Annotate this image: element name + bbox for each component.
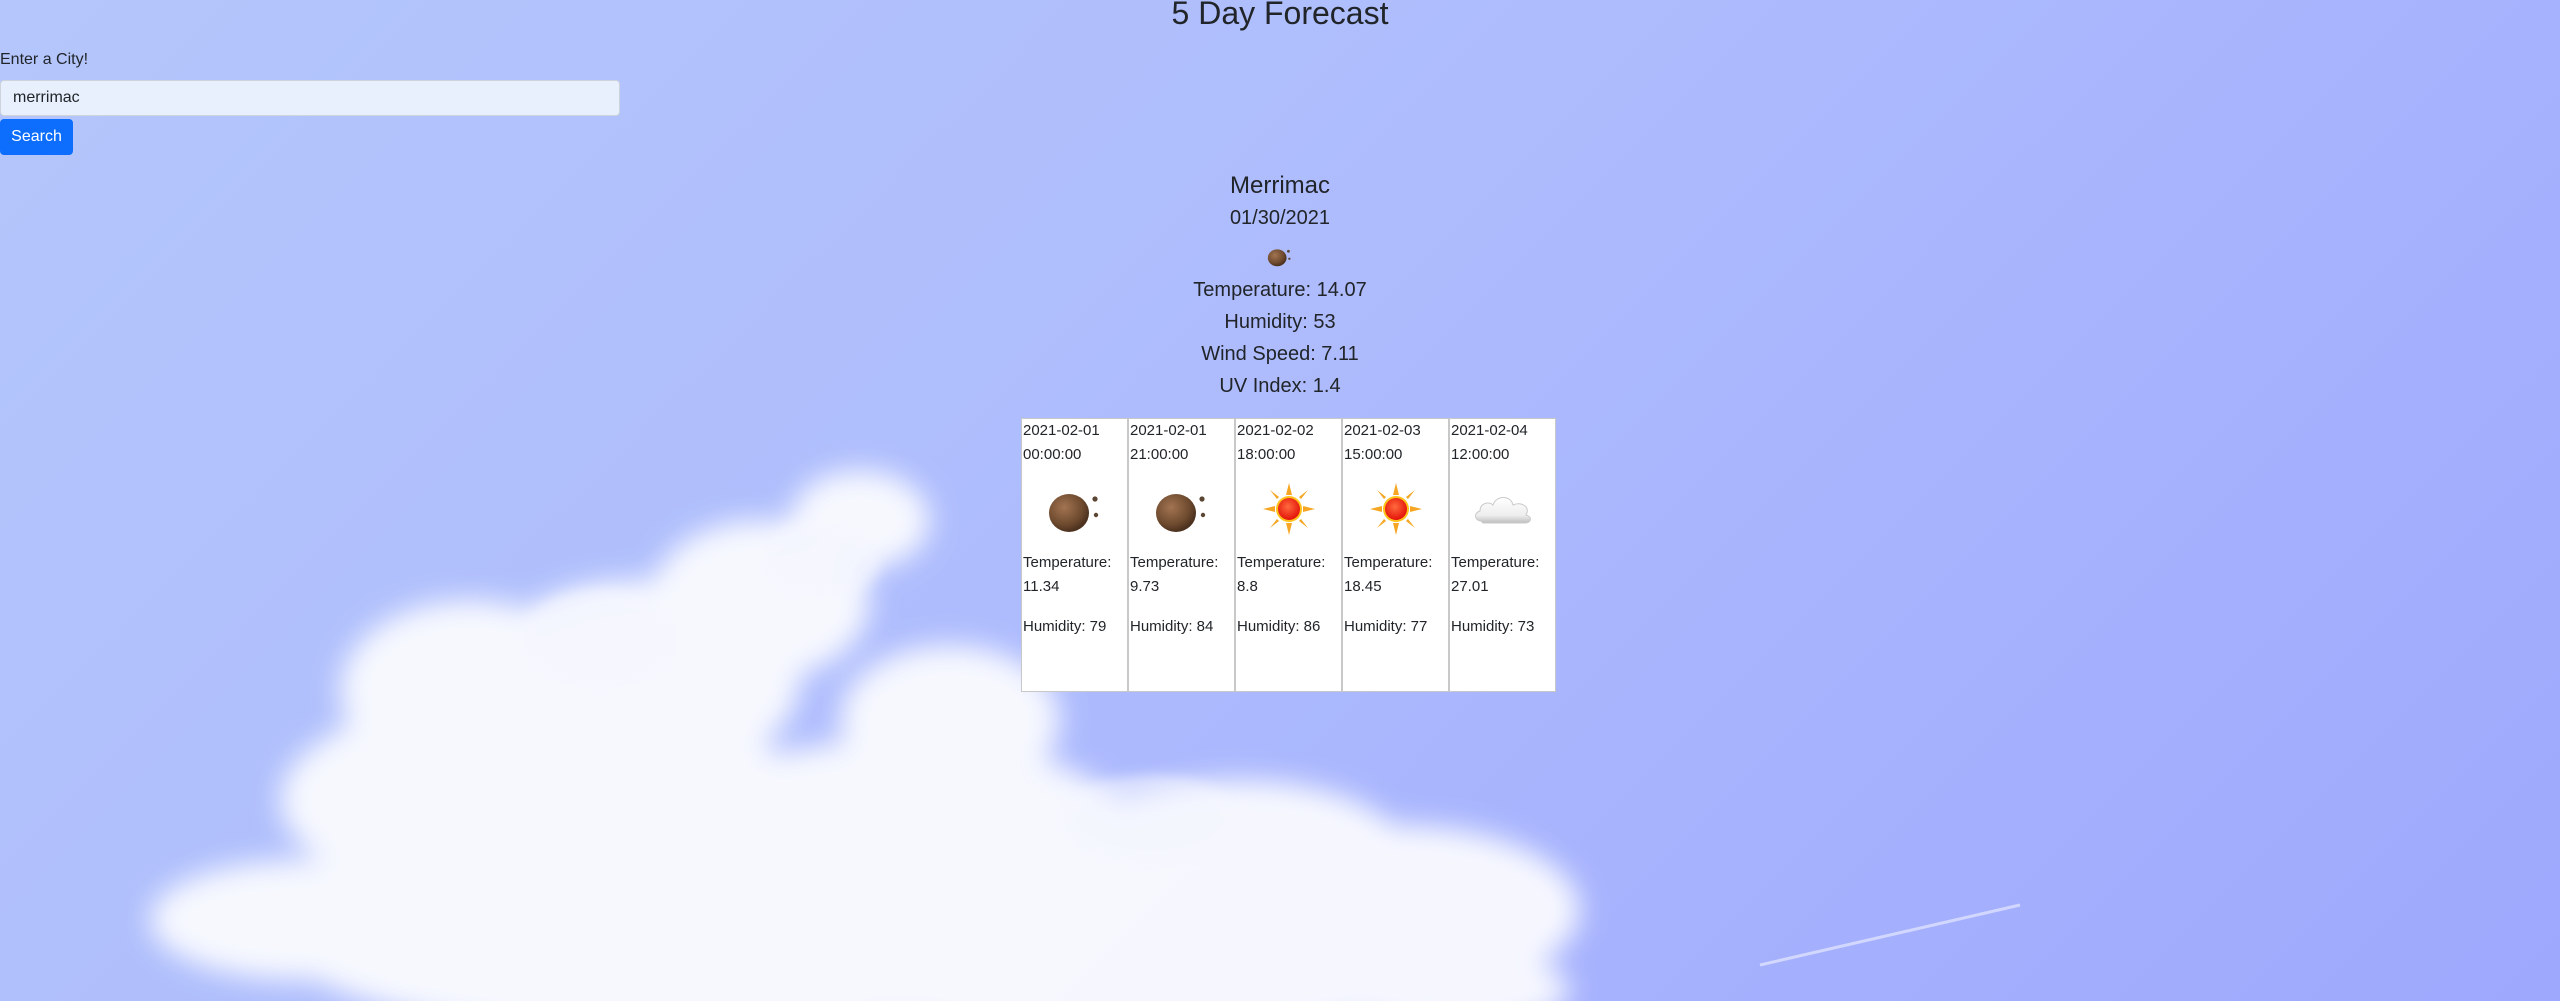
forecast-time: 21:00:00 xyxy=(1130,446,1189,463)
night-clear-moon-icon xyxy=(1267,249,1291,267)
forecast-time: 00:00:00 xyxy=(1023,446,1082,463)
current-humidity: Humidity: 53 xyxy=(1224,311,1336,333)
city-search-label: Enter a City! xyxy=(0,51,89,68)
forecast-date: 2021-02-01 xyxy=(1023,422,1100,439)
cloud-icon xyxy=(1474,497,1531,524)
current-date: 01/30/2021 xyxy=(1229,207,1331,229)
page-title: 5 Day Forecast xyxy=(1171,0,1389,31)
forecast-card: 2021-02-02 18:00:00 Temperature: 8.8 Hum… xyxy=(1235,418,1342,692)
forecast-card: 2021-02-04 12:00:00 Temperature: 27.01 H… xyxy=(1449,418,1556,692)
current-wind-speed: Wind Speed: 7.11 xyxy=(1201,343,1359,365)
forecast-temperature-value: 11.34 xyxy=(1023,578,1060,595)
clear-sun-icon xyxy=(1262,483,1315,535)
forecast-card: 2021-02-01 21:00:00 Temperature: 9.73 Hu… xyxy=(1128,418,1235,692)
forecast-temperature-label: Temperature: xyxy=(1023,554,1112,571)
forecast-date: 2021-02-04 xyxy=(1451,422,1528,439)
forecast-temperature-label: Temperature: xyxy=(1344,554,1433,571)
forecast-temperature-label: Temperature: xyxy=(1130,554,1219,571)
city-name: Merrimac xyxy=(1230,172,1330,199)
forecast-cards: 2021-02-01 00:00:00 Temperature: 11.34 H… xyxy=(1021,418,1556,692)
forecast-temperature-value: 8.8 xyxy=(1237,578,1258,595)
forecast-humidity: Humidity: 86 xyxy=(1237,618,1321,635)
night-clear-moon-icon xyxy=(1048,494,1098,532)
forecast-humidity: Humidity: 73 xyxy=(1451,618,1535,635)
clear-sun-icon xyxy=(1369,483,1422,535)
forecast-time: 15:00:00 xyxy=(1344,446,1403,463)
city-search-input[interactable] xyxy=(0,80,620,116)
forecast-temperature-value: 9.73 xyxy=(1130,578,1160,595)
forecast-time: 18:00:00 xyxy=(1237,446,1296,463)
forecast-humidity: Humidity: 77 xyxy=(1344,618,1428,635)
search-button[interactable]: Search xyxy=(0,119,73,155)
forecast-date: 2021-02-01 xyxy=(1130,422,1207,439)
forecast-date: 2021-02-03 xyxy=(1344,422,1421,439)
forecast-card: 2021-02-01 00:00:00 Temperature: 11.34 H… xyxy=(1021,418,1128,692)
night-clear-moon-icon xyxy=(1155,494,1205,532)
forecast-temperature-value: 18.45 xyxy=(1344,578,1382,595)
forecast-time: 12:00:00 xyxy=(1451,446,1510,463)
forecast-humidity: Humidity: 84 xyxy=(1130,618,1214,635)
forecast-temperature-value: 27.01 xyxy=(1451,578,1489,595)
current-weather: Merrimac 01/30/2021 Temperature: 14.07 H… xyxy=(0,170,2560,402)
current-uv-index: UV Index: 1.4 xyxy=(1219,375,1341,397)
forecast-temperature-label: Temperature: xyxy=(1451,554,1540,571)
current-temperature: Temperature: 14.07 xyxy=(1193,279,1367,301)
forecast-humidity: Humidity: 79 xyxy=(1023,618,1107,635)
forecast-date: 2021-02-02 xyxy=(1237,422,1314,439)
forecast-card: 2021-02-03 15:00:00 Temperature: 18.45 H… xyxy=(1342,418,1449,692)
forecast-temperature-label: Temperature: xyxy=(1237,554,1326,571)
